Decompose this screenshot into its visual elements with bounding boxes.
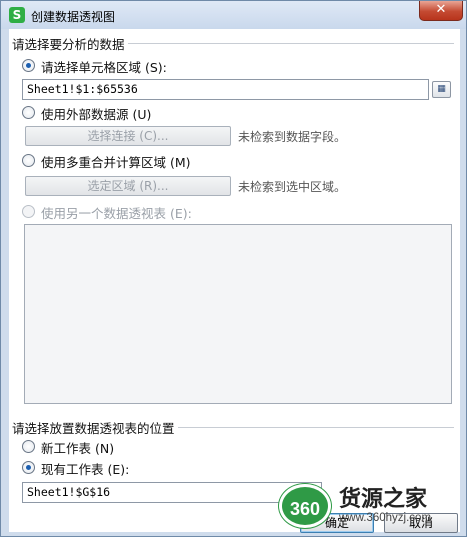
radio-select-range[interactable]	[22, 59, 35, 72]
close-icon: ✕	[435, 2, 447, 17]
section-divider	[121, 43, 454, 44]
radio-multi-range[interactable]	[22, 154, 35, 167]
dialog-body: 请选择要分析的数据 请选择单元格区域 (S): Sheet1!$1:$65536…	[9, 29, 460, 533]
label-select-range: 请选择单元格区域 (S):	[41, 60, 167, 75]
label-other-pivot: 使用另一个数据透视表 (E):	[41, 206, 192, 221]
select-ranges-button[interactable]: 选定区域 (R)...	[25, 176, 231, 196]
range-picker-button[interactable]: ▦	[432, 81, 451, 98]
app-icon: S	[9, 7, 25, 23]
watermark-title: 货源之家	[339, 487, 428, 513]
range-input[interactable]: Sheet1!$1:$65536	[22, 79, 429, 100]
pivot-chart-dialog: S 创建数据透视图 ✕ 请选择要分析的数据 请选择单元格区域 (S): Shee…	[0, 0, 467, 537]
watermark-logo: 360	[279, 484, 331, 528]
dialog-title: 创建数据透视图	[31, 10, 116, 24]
label-multi-range: 使用多重合并计算区域 (M)	[41, 155, 191, 170]
title-bar[interactable]: S 创建数据透视图 ✕	[1, 1, 466, 29]
watermark-url: www.360hyzj.com	[339, 511, 432, 524]
section-source-title: 请选择要分析的数据	[12, 34, 128, 53]
radio-new-sheet[interactable]	[22, 440, 35, 453]
radio-existing-sheet[interactable]	[22, 461, 35, 474]
no-ranges-hint: 未检索到选中区域。	[238, 180, 347, 194]
radio-other-pivot[interactable]	[22, 205, 35, 218]
section-location-title: 请选择放置数据透视表的位置	[12, 418, 178, 437]
close-button[interactable]: ✕	[419, 1, 463, 21]
radio-external-source[interactable]	[22, 106, 35, 119]
no-fields-hint: 未检索到数据字段。	[238, 130, 347, 144]
choose-connection-button[interactable]: 选择连接 (C)...	[25, 126, 231, 146]
watermark: 360 货源之家 www.360hyzj.com	[279, 482, 457, 530]
label-existing-sheet: 现有工作表 (E):	[41, 462, 130, 477]
label-new-sheet: 新工作表 (N)	[41, 441, 115, 456]
pivot-table-list[interactable]	[24, 224, 452, 404]
label-external-source: 使用外部数据源 (U)	[41, 107, 152, 122]
location-input[interactable]: Sheet1!$G$16	[22, 482, 322, 503]
section-divider	[177, 427, 454, 428]
range-select-icon: ▦	[437, 84, 446, 94]
